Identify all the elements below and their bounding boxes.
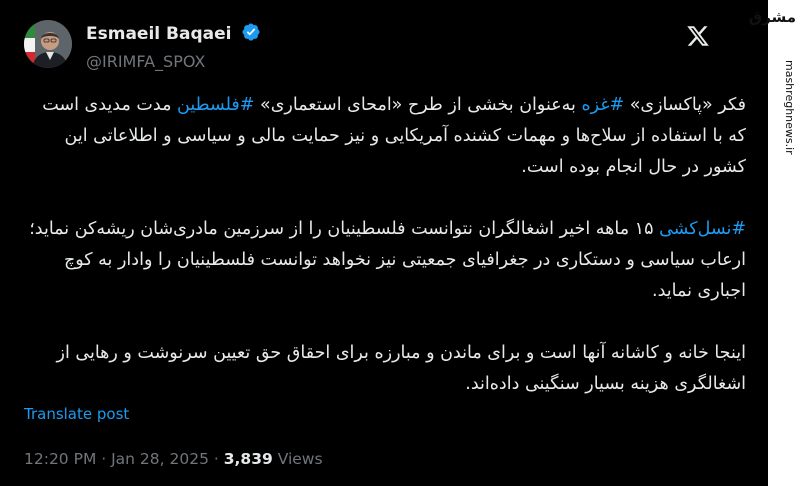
- meta-separator: ·: [96, 450, 112, 468]
- verified-badge-icon: [241, 22, 261, 46]
- avatar-image: [24, 20, 72, 68]
- hashtag-genocide[interactable]: #نسل‌کشی: [659, 219, 746, 239]
- author-block: Esmaeil Baqaei @IRIMFA_SPOX: [86, 22, 261, 71]
- post-meta: 12:20 PM · Jan 28, 2025 · 3,839 Views: [24, 450, 323, 468]
- watermark-strip: مشرق mashreghnews.ir: [749, 0, 800, 486]
- author-display-name[interactable]: Esmaeil Baqaei: [86, 24, 231, 44]
- views-count: 3,839: [223, 450, 273, 468]
- x-logo-icon[interactable]: [686, 24, 710, 48]
- views-label: Views: [272, 450, 323, 468]
- watermark-logo: مشرق: [748, 8, 796, 26]
- post-date[interactable]: Jan 28, 2025: [111, 450, 209, 468]
- text-segment: ۱۵ ماهه اخیر اشغالگران نتوانست فلسطینیان…: [29, 219, 746, 301]
- post-paragraph-1: فکر «پاکسازی» #غزه به‌عنوان بخشی از طرح …: [24, 90, 746, 183]
- author-handle[interactable]: @IRIMFA_SPOX: [86, 52, 261, 71]
- hashtag-palestine[interactable]: #فلسطین: [177, 95, 254, 115]
- meta-separator: ·: [208, 450, 224, 468]
- post-paragraph-2: #نسل‌کشی ۱۵ ماهه اخیر اشغالگران نتوانست …: [24, 214, 746, 307]
- avatar[interactable]: [24, 20, 72, 68]
- watermark-url: mashreghnews.ir: [783, 60, 796, 155]
- post-text: فکر «پاکسازی» #غزه به‌عنوان بخشی از طرح …: [24, 90, 746, 400]
- tweet-card: Esmaeil Baqaei @IRIMFA_SPOX فکر «پاکسازی…: [0, 0, 768, 486]
- text-segment: فکر «پاکسازی»: [624, 95, 746, 115]
- text-segment: به‌عنوان بخشی از طرح «امحای استعماری»: [254, 95, 582, 115]
- hashtag-gaza[interactable]: #غزه: [582, 95, 625, 115]
- translate-post-link[interactable]: Translate post: [24, 405, 129, 423]
- post-time[interactable]: 12:20 PM: [24, 450, 96, 468]
- post-paragraph-3: اینجا خانه و کاشانه آنها است و برای ماند…: [56, 343, 746, 394]
